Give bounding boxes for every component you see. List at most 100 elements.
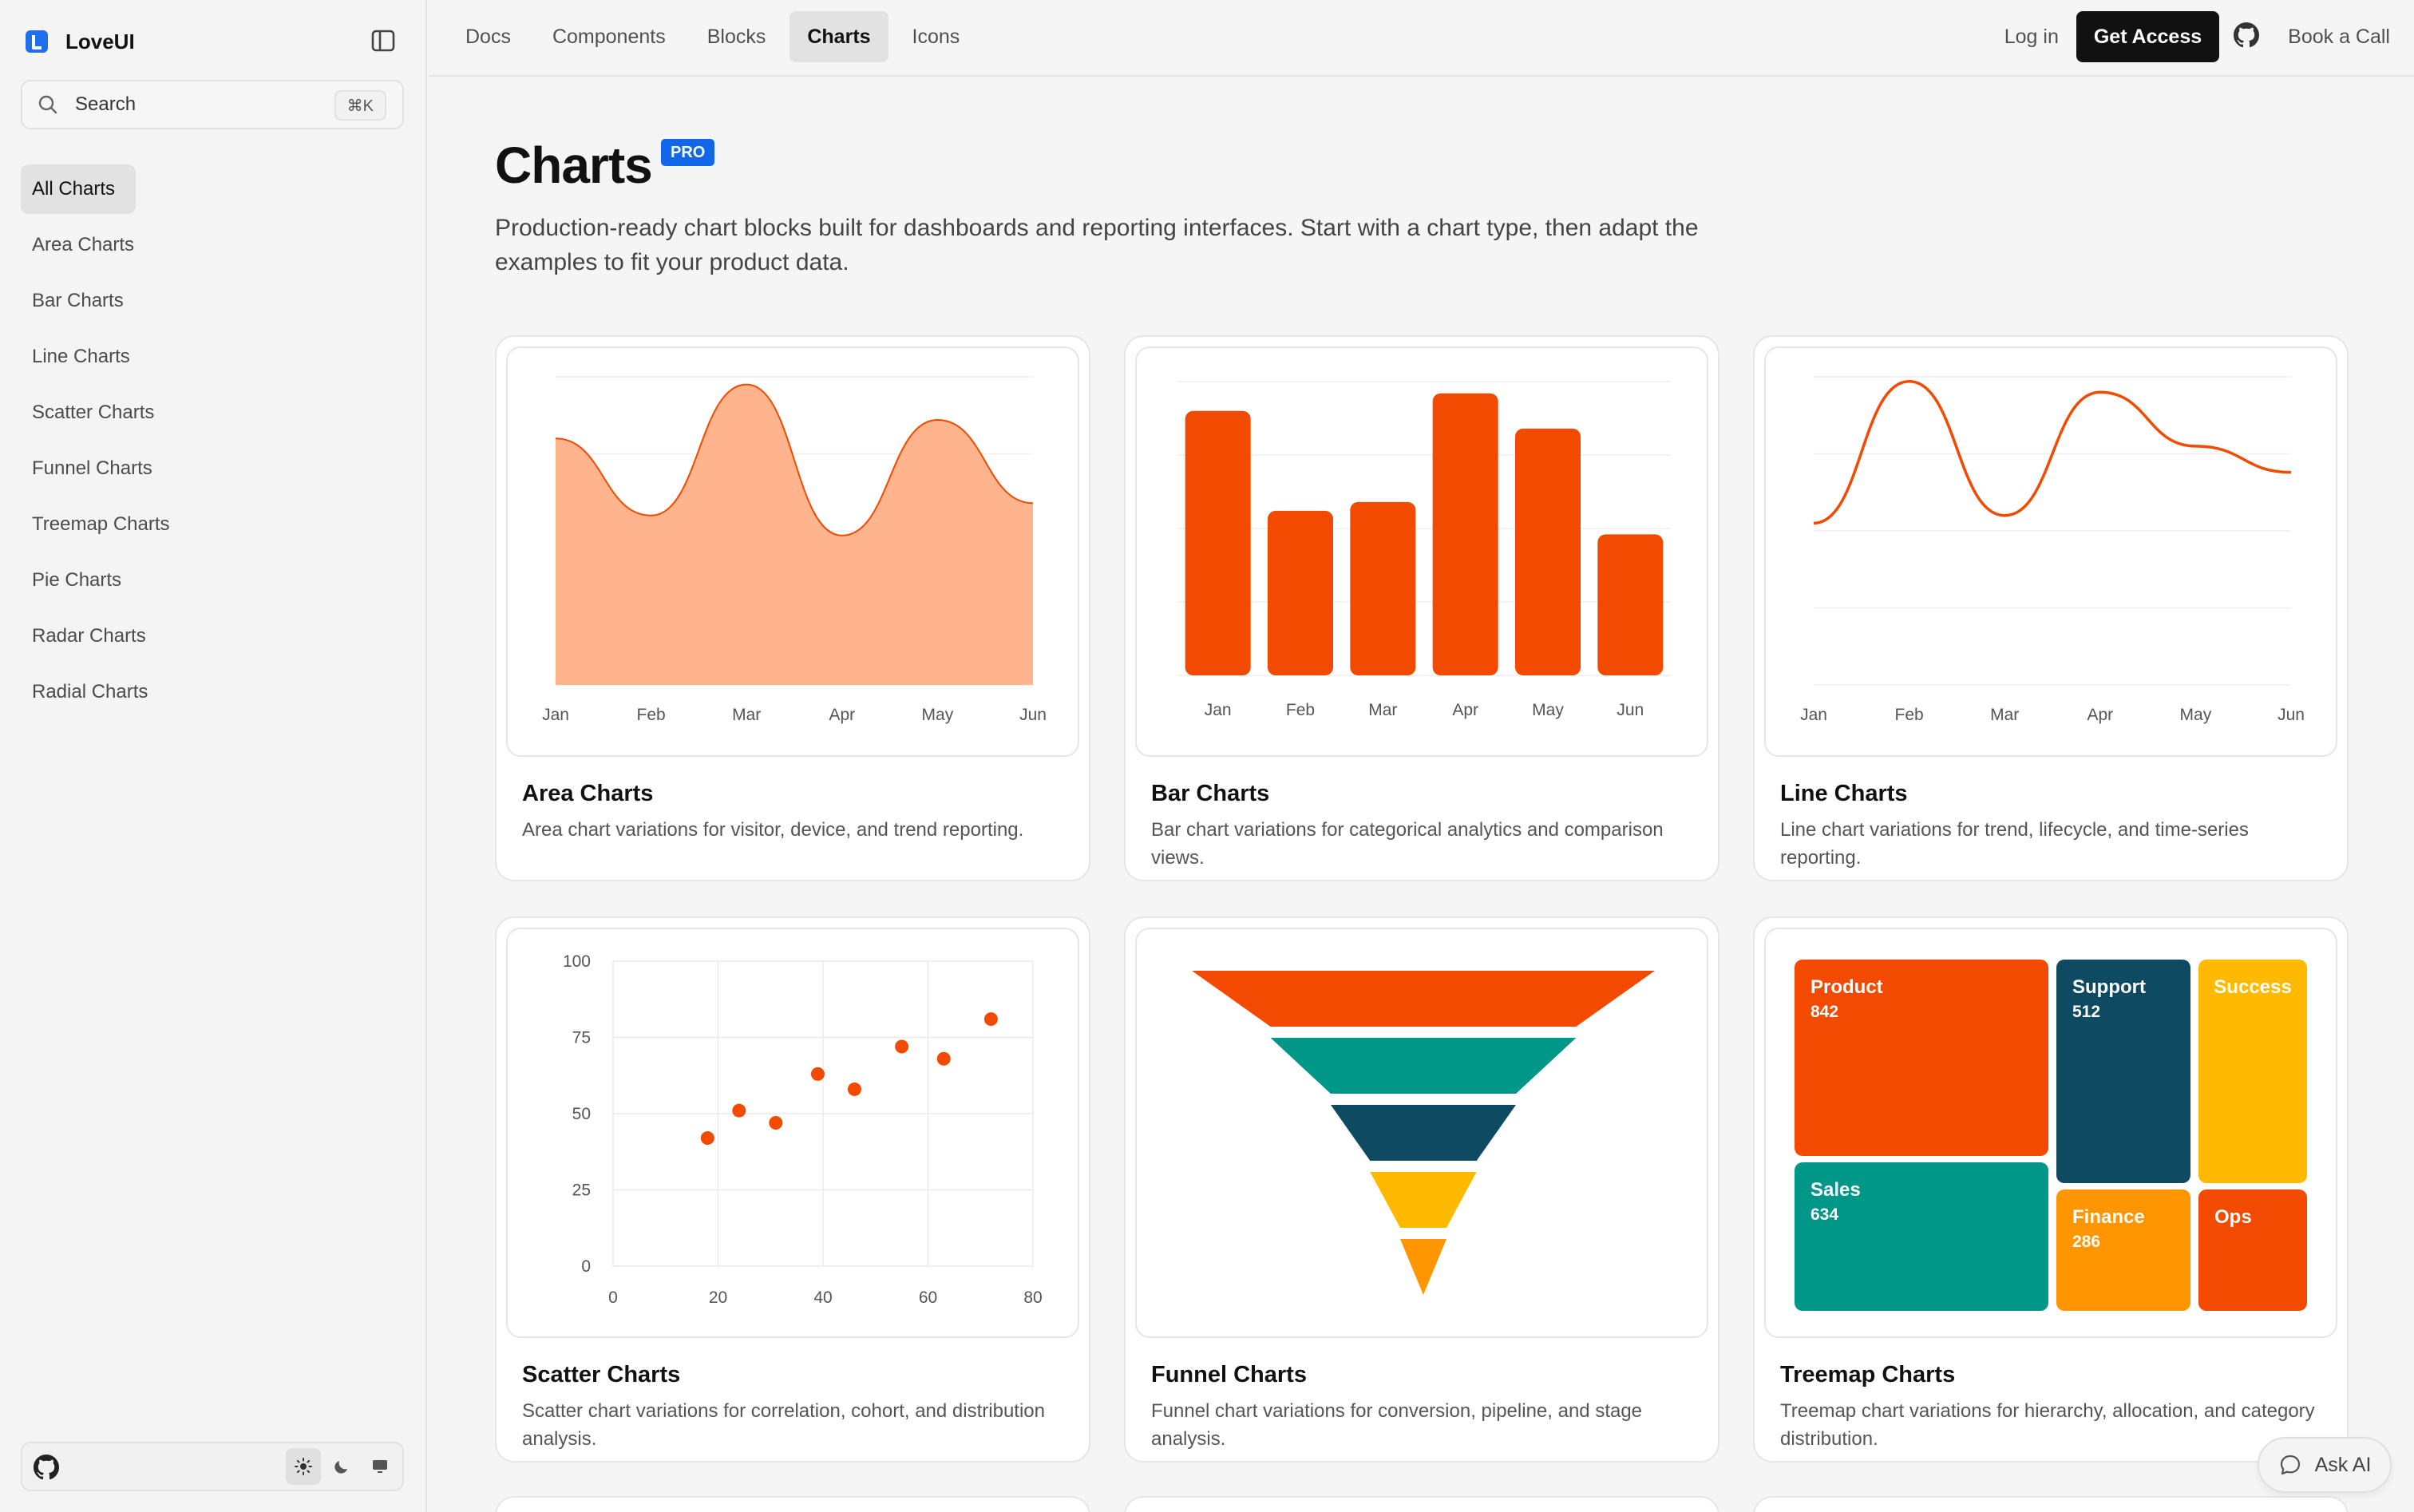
chart-preview xyxy=(1135,928,1708,1338)
sidebar-nav: All Charts Area Charts Bar Charts Line C… xyxy=(21,164,404,723)
nav-link-icons[interactable]: Icons xyxy=(895,11,978,62)
y-tick-label: 0 xyxy=(581,1257,591,1276)
scatter-point xyxy=(936,1051,951,1066)
card-title: Area Charts xyxy=(522,781,654,806)
y-tick-label: 50 xyxy=(572,1105,591,1123)
x-tick-label: 20 xyxy=(709,1288,727,1307)
x-tick-label: Jun xyxy=(2277,706,2305,724)
sidebar-item-bar-charts[interactable]: Bar Charts xyxy=(21,276,404,326)
funnel-stage xyxy=(1192,971,1655,1027)
chart-card-partial[interactable] xyxy=(1124,1496,1719,1512)
top-navbar: Docs Components Blocks Charts Icons Log … xyxy=(429,0,2414,77)
brand[interactable]: LoveUI xyxy=(26,27,135,56)
search-shortcut-badge: ⌘K xyxy=(334,90,386,121)
sidebar-toggle-button[interactable] xyxy=(369,27,398,54)
top-nav: Docs Components Blocks Charts Icons xyxy=(448,11,977,62)
funnel-stage xyxy=(1270,1038,1577,1094)
chart-card-area[interactable]: Jan Feb Mar Apr May Jun Area Charts Area char… xyxy=(495,335,1090,881)
chart-card-partial[interactable] xyxy=(1753,1496,2349,1512)
top-actions: Log in Get Access Book a Call xyxy=(1987,11,2390,62)
card-title: Bar Charts xyxy=(1151,781,1270,806)
nav-link-docs[interactable]: Docs xyxy=(448,11,528,62)
y-tick-label: 25 xyxy=(572,1181,591,1200)
sidebar-item-radar-charts[interactable]: Radar Charts xyxy=(21,612,404,661)
sidebar-item-area-charts[interactable]: Area Charts xyxy=(21,220,404,270)
treemap-cell-value: 286 xyxy=(2072,1233,2100,1251)
sidebar-item-radial-charts[interactable]: Radial Charts xyxy=(21,667,404,717)
sidebar-item-pie-charts[interactable]: Pie Charts xyxy=(21,556,404,605)
chart-preview: Product 842 Support 512 Success Sales 634 Finan… xyxy=(1764,928,2337,1338)
treemap-cell-label: Support xyxy=(2072,976,2146,998)
treemap-cell-label: Product xyxy=(1810,976,1883,998)
x-tick-label: Mar xyxy=(1990,706,2019,724)
x-tick-label: 0 xyxy=(608,1288,618,1307)
ask-ai-button[interactable]: Ask AI xyxy=(2258,1437,2392,1493)
nav-link-blocks[interactable]: Blocks xyxy=(690,11,784,62)
theme-switcher xyxy=(286,1448,398,1485)
sidebar-footer xyxy=(21,1442,404,1491)
treemap-cell-label: Sales xyxy=(1810,1179,1861,1201)
x-tick-label: Jun xyxy=(1019,706,1047,724)
nav-link-components[interactable]: Components xyxy=(535,11,683,62)
card-description: Scatter chart variations for correlation… xyxy=(522,1400,1045,1450)
card-description: Treemap chart variations for hierarchy, … xyxy=(1780,1400,2315,1450)
chart-card-funnel[interactable]: Funnel Charts Funnel chart variations fo… xyxy=(1124,916,1719,1463)
page-intro: Production-ready chart blocks built for … xyxy=(495,215,1699,275)
get-access-button[interactable]: Get Access xyxy=(2076,11,2220,62)
sidebar-item-funnel-charts[interactable]: Funnel Charts xyxy=(21,444,404,493)
x-tick-label: Jan xyxy=(1800,706,1827,724)
sun-icon[interactable] xyxy=(286,1448,321,1485)
bar xyxy=(1185,410,1251,675)
scatter-point xyxy=(895,1039,909,1054)
sidebar-item-treemap-charts[interactable]: Treemap Charts xyxy=(21,500,404,549)
ask-ai-label: Ask AI xyxy=(2314,1453,2372,1476)
x-tick-label: Apr xyxy=(2087,706,2113,724)
chart-preview: 0 25 50 75 100 0 20 40 60 80 xyxy=(506,928,1079,1338)
line-chart: Jan Feb Mar Apr May Jun xyxy=(1800,376,2305,724)
nav-link-charts[interactable]: Charts xyxy=(789,11,888,62)
sidebar-item-all-charts[interactable]: All Charts xyxy=(21,164,136,214)
card-title: Scatter Charts xyxy=(522,1362,681,1387)
treemap-cell-value: 842 xyxy=(1810,1003,1838,1021)
funnel-chart xyxy=(1192,971,1655,1295)
book-a-call-link[interactable]: Book a Call xyxy=(2288,26,2390,49)
x-tick-label: Feb xyxy=(637,706,666,724)
scatter-point xyxy=(847,1082,861,1096)
x-tick-label: Apr xyxy=(1452,701,1478,719)
y-tick-label: 100 xyxy=(563,952,591,971)
chart-card-partial[interactable] xyxy=(495,1496,1090,1512)
chart-card-line[interactable]: Jan Feb Mar Apr May Jun Line Charts Line char… xyxy=(1753,335,2349,881)
x-tick-label: Jan xyxy=(1205,701,1232,719)
chart-card-scatter[interactable]: 0 25 50 75 100 0 20 40 60 80 Scatter Charts Scatt… xyxy=(495,916,1090,1463)
sidebar-item-line-charts[interactable]: Line Charts xyxy=(21,332,404,382)
bar-chart: Jan Feb Mar Apr May Jun xyxy=(1177,381,1672,719)
login-link[interactable]: Log in xyxy=(1987,26,2076,49)
x-tick-label: 80 xyxy=(1023,1288,1042,1307)
moon-icon[interactable] xyxy=(324,1448,359,1485)
sidebar-item-scatter-charts[interactable]: Scatter Charts xyxy=(21,388,404,437)
card-title: Funnel Charts xyxy=(1151,1362,1307,1387)
bar xyxy=(1515,428,1581,675)
monitor-icon[interactable] xyxy=(362,1448,398,1485)
x-tick-label: 60 xyxy=(919,1288,937,1307)
treemap-cell-label: Finance xyxy=(2072,1206,2145,1228)
card-description: Funnel chart variations for conversion, … xyxy=(1151,1400,1643,1450)
chart-card-bar[interactable]: Jan Feb Mar Apr May Jun Bar Charts Bar chart … xyxy=(1124,335,1719,881)
x-tick-label: Feb xyxy=(1286,701,1315,719)
search-input[interactable]: Search ⌘K xyxy=(21,80,404,129)
scatter-point xyxy=(810,1067,825,1081)
chat-bubble-icon xyxy=(2280,1455,2300,1475)
brand-name: LoveUI xyxy=(65,29,135,53)
github-icon[interactable] xyxy=(34,1455,59,1484)
x-tick-label: May xyxy=(2180,706,2212,724)
chart-preview: Jan Feb Mar Apr May Jun xyxy=(1135,346,1708,757)
x-tick-label: 40 xyxy=(813,1288,832,1307)
bar xyxy=(1432,393,1498,675)
card-title: Line Charts xyxy=(1780,781,1908,806)
treemap-chart: Product 842 Support 512 Success Sales 634 Finan… xyxy=(1795,960,2307,1311)
scatter-point xyxy=(983,1012,998,1027)
github-icon[interactable] xyxy=(2234,22,2260,52)
chart-card-treemap[interactable]: Product 842 Support 512 Success Sales 634 Finan… xyxy=(1753,916,2349,1463)
card-description: Area chart variations for visitor, devic… xyxy=(522,819,1024,841)
sidebar-panel-icon xyxy=(371,30,395,52)
